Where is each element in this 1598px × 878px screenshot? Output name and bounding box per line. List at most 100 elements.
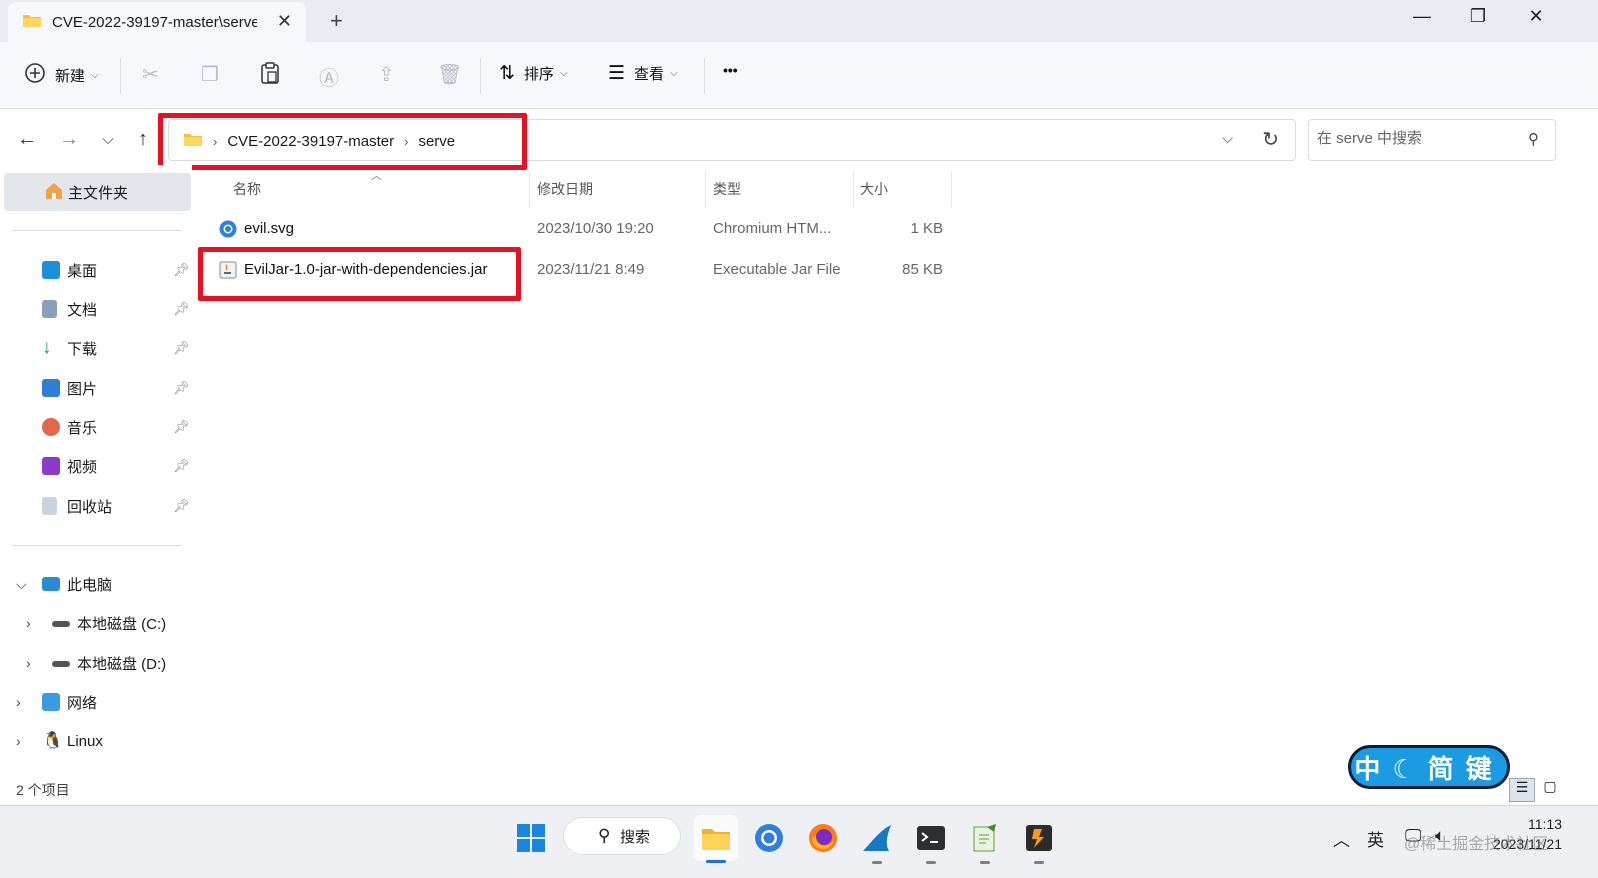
- chevron-right-icon[interactable]: ›: [26, 655, 31, 671]
- home-icon: [44, 182, 64, 204]
- delete-icon[interactable]: 🗑: [437, 62, 462, 87]
- sidebar-item-music[interactable]: 音乐 📌︎: [0, 411, 192, 443]
- search-icon[interactable]: ⚲: [1528, 130, 1539, 148]
- up-arrow-icon[interactable]: ↑: [130, 128, 156, 151]
- minimize-button[interactable]: —: [1407, 6, 1437, 27]
- search-box[interactable]: ⚲: [1308, 119, 1556, 161]
- sidebar-item-label: 下载: [67, 340, 98, 358]
- share-icon[interactable]: ⇪: [378, 62, 395, 87]
- start-windows-icon[interactable]: [513, 820, 549, 856]
- column-header-type[interactable]: 类型: [713, 179, 741, 199]
- column-header-size[interactable]: 大小: [860, 179, 888, 199]
- column-divider[interactable]: [529, 171, 530, 207]
- column-divider[interactable]: [705, 171, 706, 207]
- pin-icon[interactable]: 📌︎: [173, 380, 190, 396]
- sidebar-item-videos[interactable]: 视频 📌︎: [0, 450, 192, 482]
- burp-suite-taskbar-icon[interactable]: [1021, 820, 1057, 864]
- search-icon: ⚲: [598, 826, 611, 845]
- chevron-down-icon: ⌵: [91, 69, 99, 81]
- copy-icon[interactable]: ❐: [201, 62, 219, 87]
- pin-icon[interactable]: 📌︎: [173, 301, 190, 317]
- wireshark-taskbar-icon[interactable]: [859, 820, 895, 864]
- pin-icon[interactable]: 📌︎: [173, 340, 190, 356]
- pin-icon[interactable]: 📌︎: [173, 419, 190, 435]
- chevron-down-icon[interactable]: ⌵: [16, 576, 27, 593]
- chevron-right-icon[interactable]: ›: [16, 694, 21, 710]
- address-dropdown-icon[interactable]: ⌵: [1222, 130, 1233, 147]
- tiles-view-icon[interactable]: ▢: [1537, 778, 1563, 802]
- column-divider[interactable]: [853, 171, 854, 207]
- input-language[interactable]: 英: [1367, 826, 1384, 851]
- network-icon: [42, 693, 60, 711]
- column-header-modified[interactable]: 修改日期: [537, 179, 593, 199]
- column-divider[interactable]: [951, 171, 952, 207]
- paste-icon[interactable]: [260, 62, 280, 90]
- drive-icon: [52, 621, 70, 627]
- file-name: EvilJar-1.0-jar-with-dependencies.jar: [244, 261, 488, 278]
- close-window-button[interactable]: ✕: [1521, 6, 1551, 27]
- chevron-right-icon[interactable]: ›: [16, 733, 21, 749]
- divider: [704, 58, 705, 94]
- pin-icon[interactable]: 📌︎: [173, 458, 190, 474]
- column-header-name[interactable]: 名称: [233, 179, 261, 199]
- sidebar-item-home[interactable]: 主文件夹: [4, 173, 191, 211]
- terminal-taskbar-icon[interactable]: [913, 820, 949, 864]
- more-options-button[interactable]: •••: [723, 62, 738, 78]
- file-row[interactable]: EvilJar-1.0-jar-with-dependencies.jar 20…: [211, 253, 951, 287]
- highlight-box: [158, 113, 527, 170]
- firefox-taskbar-icon[interactable]: [805, 820, 841, 856]
- chromium-taskbar-icon[interactable]: [751, 820, 787, 856]
- back-arrow-icon[interactable]: ←: [14, 128, 40, 151]
- linux-penguin-icon: 🐧: [42, 731, 64, 750]
- forward-arrow-icon[interactable]: →: [56, 128, 82, 151]
- sidebar-item-label: 主文件夹: [68, 184, 129, 202]
- command-bar: 新建 ⌵ ✂ ❐ Ⓐ ⇪ 🗑 ⇅ 排序 ⌵ ☰ 查看 ⌵ •••: [0, 42, 1598, 109]
- show-hidden-icons-chevron-icon[interactable]: ︿: [1333, 826, 1350, 851]
- taskbar: ⚲ 搜索 ︿ 英 🖵 🔈︎ 11:13 2023/11/21: [0, 805, 1598, 878]
- tab-active[interactable]: CVE-2022-39197-master\serve ✕: [8, 2, 306, 42]
- sidebar-item-network[interactable]: › 网络: [0, 686, 192, 718]
- maximize-button[interactable]: ❐: [1463, 6, 1493, 27]
- sidebar-item-downloads[interactable]: ↓ 下载 📌︎: [0, 332, 192, 364]
- refresh-icon[interactable]: ↻: [1262, 127, 1279, 152]
- file-row[interactable]: evil.svg 2023/10/30 19:20 Chromium HTM..…: [211, 212, 951, 246]
- sidebar-item-desktop[interactable]: 桌面 📌︎: [0, 254, 192, 286]
- sidebar-item-pictures[interactable]: 图片 📌︎: [0, 372, 192, 404]
- pin-icon[interactable]: 📌︎: [173, 498, 190, 514]
- running-indicator: [980, 861, 990, 864]
- sort-icon: ⇅: [499, 63, 515, 84]
- recent-locations-icon[interactable]: ⌵: [95, 131, 121, 148]
- sidebar-item-label: 此电脑: [67, 576, 113, 594]
- running-indicator: [1034, 861, 1044, 864]
- sidebar-item-drive-d[interactable]: › 本地磁盘 (D:): [0, 647, 192, 679]
- file-type: Executable Jar File: [713, 261, 841, 278]
- pin-icon[interactable]: 📌︎: [173, 262, 190, 278]
- chevron-right-icon[interactable]: ›: [26, 615, 31, 631]
- rename-icon[interactable]: Ⓐ: [319, 62, 339, 91]
- navigation-pane: 主文件夹 桌面 📌︎ 文档 📌︎ ↓ 下载 📌︎ 图片 📌︎ 音乐 📌︎ 视频 …: [0, 165, 192, 775]
- sidebar-item-documents[interactable]: 文档 📌︎: [0, 293, 192, 325]
- sort-ascending-icon: ︿: [371, 170, 382, 182]
- file-size: 85 KB: [902, 261, 943, 278]
- sidebar-item-linux[interactable]: › 🐧 Linux: [0, 725, 192, 757]
- view-button[interactable]: ☰ 查看 ⌵: [608, 62, 678, 85]
- ime-indicator[interactable]: 中☾简键: [1348, 745, 1510, 789]
- file-explorer-taskbar-icon[interactable]: [694, 815, 738, 863]
- search-input[interactable]: [1317, 130, 1517, 147]
- sort-button[interactable]: ⇅ 排序 ⌵: [499, 62, 568, 85]
- new-tab-button[interactable]: +: [330, 8, 343, 34]
- desktop-icon: [42, 261, 60, 279]
- sidebar-item-drive-c[interactable]: › 本地磁盘 (C:): [0, 607, 192, 639]
- sidebar-item-recycle-bin[interactable]: 回收站 📌︎: [0, 490, 192, 522]
- music-icon: [42, 418, 60, 436]
- tab-close-button[interactable]: ✕: [277, 11, 292, 32]
- cut-icon[interactable]: ✂: [142, 62, 159, 87]
- details-view-icon[interactable]: ☰: [1509, 778, 1535, 802]
- sidebar-item-this-pc[interactable]: ⌵ 此电脑: [0, 568, 192, 600]
- computer-icon: [42, 577, 60, 591]
- notepad-taskbar-icon[interactable]: [967, 820, 1003, 864]
- new-button[interactable]: 新建 ⌵: [24, 62, 99, 88]
- sidebar-item-label: 本地磁盘 (D:): [77, 655, 167, 673]
- taskbar-search[interactable]: ⚲ 搜索: [563, 817, 681, 855]
- sidebar-item-label: 文档: [67, 301, 98, 319]
